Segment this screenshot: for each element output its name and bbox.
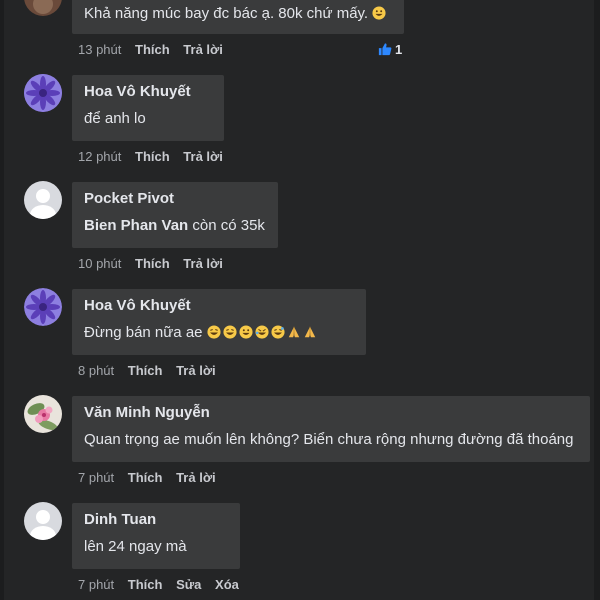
comment-text: Khả năng múc bay đc bác ạ. 80k chứ mấy. — [84, 4, 392, 24]
reply-button[interactable]: Trả lời — [176, 363, 216, 379]
comment-time[interactable]: 10 phút — [78, 256, 121, 272]
default-avatar-icon — [24, 181, 62, 219]
comment-text: Quan trọng ae muốn lên không? Biển chưa … — [84, 431, 574, 448]
reply-button[interactable]: Trả lời — [183, 42, 223, 58]
comment-actions: 13 phút Thích Trả lời — [78, 42, 233, 58]
grinning-emoji-icon — [207, 325, 221, 339]
like-button[interactable]: Thích — [135, 42, 170, 58]
comment-actions: 7 phút Thích Trả lời — [78, 470, 226, 486]
comment-bubble: Pocket Pivot Bien Phan Van còn có 35k — [72, 182, 278, 248]
like-button[interactable]: Thích — [135, 149, 170, 165]
comment-author[interactable]: Hoa Vô Khuyết — [84, 296, 354, 316]
comment-author[interactable]: Hoa Vô Khuyết — [84, 82, 212, 102]
comment-text-content: còn có 35k — [188, 217, 265, 234]
comment-text: Đừng bán nữa ae — [84, 323, 354, 343]
comment-time[interactable]: 13 phút — [78, 42, 121, 58]
avatar[interactable] — [24, 181, 62, 219]
like-button[interactable]: Thích — [128, 363, 163, 379]
grinning-emoji-icon — [239, 325, 253, 339]
mention-link[interactable]: Bien Phan Van — [84, 217, 188, 234]
avatar[interactable] — [24, 395, 62, 433]
comment-bubble: Hoa Vô Khuyết Đừng bán nữa ae — [72, 289, 366, 355]
flower-avatar-icon — [24, 288, 62, 326]
user-avatar-icon — [24, 0, 62, 16]
reply-button[interactable]: Trả lời — [183, 149, 223, 165]
comment-actions: 10 phút Thích Trả lời — [78, 256, 233, 272]
edit-button[interactable]: Sửa — [176, 577, 201, 593]
comment-bubble: Khả năng múc bay đc bác ạ. 80k chứ mấy. — [72, 0, 404, 34]
comment-text-content: Đừng bán nữa ae — [84, 324, 203, 341]
default-avatar-icon — [24, 502, 62, 540]
like-button[interactable]: Thích — [128, 470, 163, 486]
comment-actions: 12 phút Thích Trả lời — [78, 149, 233, 165]
grinning-emoji-icon — [223, 325, 237, 339]
delete-button[interactable]: Xóa — [215, 577, 239, 593]
avatar[interactable] — [24, 74, 62, 112]
comment-text: Bien Phan Van còn có 35k — [84, 216, 266, 236]
thumbs-up-icon — [378, 43, 392, 56]
flower-photo-avatar-icon — [24, 395, 62, 433]
like-count-value: 1 — [395, 42, 403, 57]
comment-author[interactable]: Pocket Pivot — [84, 189, 266, 209]
like-count[interactable]: 1 — [378, 42, 402, 58]
like-button[interactable]: Thích — [128, 577, 163, 593]
comment-bubble: Dinh Tuan lên 24 ngay mà — [72, 503, 240, 569]
comment-author[interactable]: Văn Minh Nguyễn — [84, 403, 578, 423]
comment-bubble: Văn Minh Nguyễn Quan trọng ae muốn lên k… — [72, 396, 590, 462]
comment-time[interactable]: 12 phút — [78, 149, 121, 165]
reply-button[interactable]: Trả lời — [176, 470, 216, 486]
grinning-sweat-emoji-icon — [271, 325, 285, 339]
avatar[interactable] — [24, 288, 62, 326]
comment-time[interactable]: 7 phút — [78, 577, 114, 593]
comment-bubble: Hoa Vô Khuyết để anh lo — [72, 75, 224, 141]
reply-button[interactable]: Trả lời — [183, 256, 223, 272]
comments-panel: Khả năng múc bay đc bác ạ. 80k chứ mấy. … — [0, 0, 600, 600]
comment-author[interactable]: Dinh Tuan — [84, 510, 228, 530]
rofl-emoji-icon — [255, 325, 269, 339]
avatar[interactable] — [24, 0, 62, 16]
comment-text: lên 24 ngay mà — [84, 538, 187, 555]
comment-time[interactable]: 8 phút — [78, 363, 114, 379]
comment-text-content: Khả năng múc bay đc bác ạ. 80k chứ mấy. — [84, 5, 369, 22]
folded-hands-emoji-icon — [304, 326, 315, 338]
comment-time[interactable]: 7 phút — [78, 470, 114, 486]
grinning-emoji-icon — [372, 6, 386, 20]
folded-hands-emoji-icon — [288, 326, 299, 338]
avatar[interactable] — [24, 502, 62, 540]
like-button[interactable]: Thích — [135, 256, 170, 272]
flower-avatar-icon — [24, 74, 62, 112]
comment-actions: 8 phút Thích Trả lời — [78, 363, 226, 379]
comment-text: để anh lo — [84, 110, 146, 127]
comment-actions: 7 phút Thích Sửa Xóa — [78, 577, 249, 593]
